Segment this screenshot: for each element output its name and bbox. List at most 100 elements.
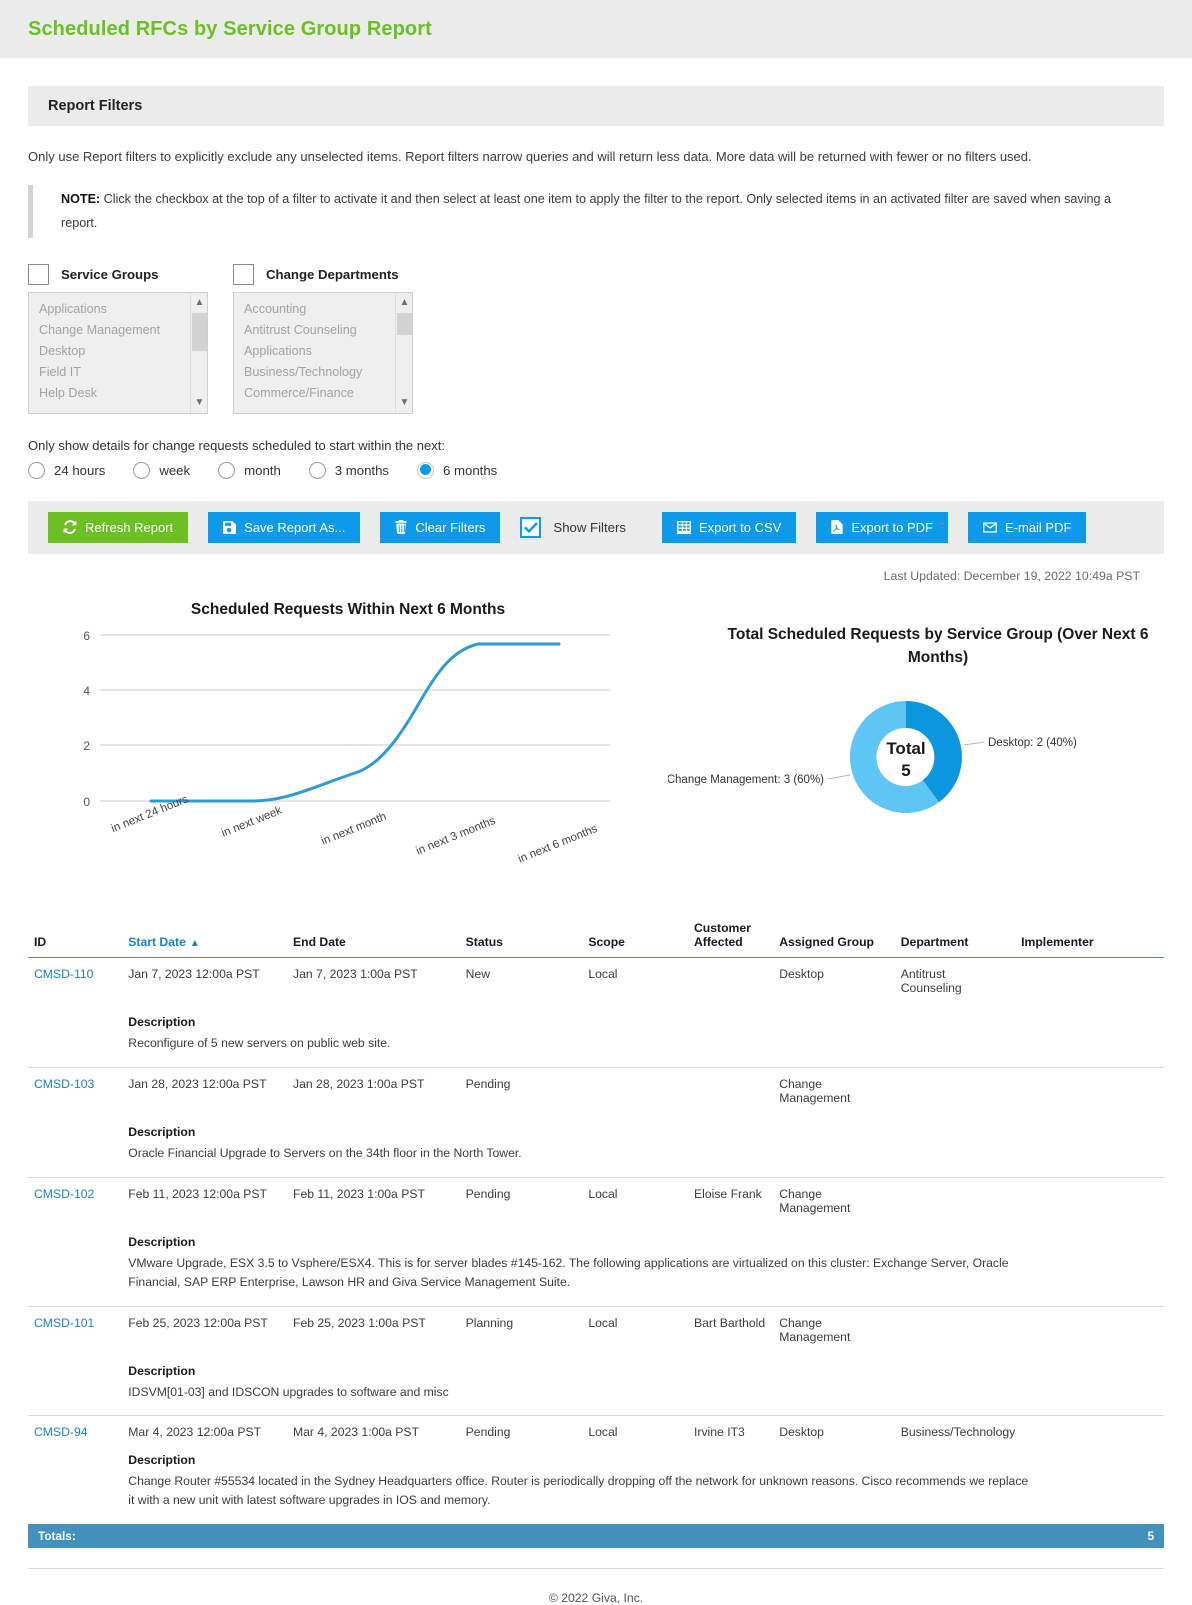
row-end-date: Feb 25, 2023 1:00a PST — [293, 1315, 426, 1330]
refresh-report-label: Refresh Report — [85, 519, 174, 535]
row-id-cell[interactable]: CMSD-94 — [28, 1416, 122, 1439]
check-icon — [524, 522, 538, 533]
service-groups-scrollbar[interactable]: ▲ ▼ — [190, 292, 207, 413]
line-chart: Scheduled Requests Within Next 6 Months … — [28, 601, 668, 895]
x-tick-3: in next 3 months — [415, 815, 498, 858]
table-description-row: Description Reconfigure of 5 new servers… — [28, 995, 1164, 1067]
row-start-date: Feb 11, 2023 12:00a PST — [128, 1186, 267, 1201]
page-title: Scheduled RFCs by Service Group Report — [28, 17, 432, 40]
radio-indicator[interactable] — [308, 461, 326, 479]
row-department — [895, 1306, 1015, 1344]
radio-indicator[interactable] — [133, 461, 151, 479]
row-id-cell[interactable]: CMSD-110 — [28, 957, 122, 995]
radio-indicator[interactable] — [218, 461, 236, 479]
change-departments-scrollbar[interactable]: ▲ ▼ — [395, 292, 412, 413]
email-pdf-button[interactable]: E-mail PDF — [967, 511, 1087, 543]
column-header-status[interactable]: Status — [459, 916, 583, 958]
export-to-csv-button[interactable]: Export to CSV — [661, 511, 797, 543]
row-id-cell[interactable]: CMSD-102 — [28, 1177, 122, 1215]
column-header-start-date-label: Start Date — [128, 934, 186, 949]
column-header-start-date[interactable]: Start Date ▲ — [122, 916, 287, 958]
scrollbar-thumb[interactable] — [192, 312, 207, 351]
refresh-report-button[interactable]: Refresh Report — [48, 511, 189, 543]
row-assigned-group: Change Management — [779, 1186, 851, 1215]
clear-filters-button[interactable]: Clear Filters — [380, 511, 501, 543]
list-item[interactable]: Applications — [234, 341, 412, 362]
list-item[interactable]: Business/Technology — [234, 362, 412, 383]
column-header-end-date[interactable]: End Date — [287, 916, 460, 958]
chevron-down-icon[interactable]: ▼ — [396, 395, 412, 411]
row-scope — [582, 1067, 688, 1105]
row-id-cell[interactable]: CMSD-103 — [28, 1067, 122, 1105]
service-groups-checkbox[interactable] — [28, 263, 49, 285]
column-header-id[interactable]: ID — [28, 916, 123, 958]
table-row: CMSD-110 Jan 7, 2023 12:00a PST Jan 7, 2… — [28, 957, 1164, 995]
totals-label: Totals: — [38, 1529, 76, 1544]
rfc-link[interactable]: CMSD-110 — [34, 967, 93, 981]
donut-chart-area: Desktop: 2 (40%) Change Management: 3 (6… — [667, 669, 1192, 844]
change-departments-checkbox[interactable] — [233, 263, 254, 285]
column-header-implementer[interactable]: Implementer — [1015, 916, 1164, 958]
filters-intro-text: Only use Report filters to explicitly ex… — [28, 149, 1032, 164]
line-series-path — [149, 642, 561, 803]
list-item[interactable]: Field IT — [29, 362, 207, 383]
list-item[interactable]: Help Desk — [29, 383, 207, 404]
scrollbar-thumb[interactable] — [397, 312, 412, 335]
rfc-link[interactable]: CMSD-103 — [34, 1077, 94, 1091]
export-to-pdf-button[interactable]: Export to PDF — [816, 511, 948, 543]
column-header-assigned-group[interactable]: Assigned Group — [773, 916, 895, 958]
row-start-date: Jan 28, 2023 12:00a PST — [128, 1076, 267, 1091]
service-groups-listbox[interactable]: Applications Change Management Desktop F… — [28, 291, 208, 414]
radio-label: week — [159, 462, 191, 478]
radio-24-hours[interactable]: 24 hours — [28, 461, 105, 479]
report-filters-title: Report Filters — [48, 98, 143, 114]
totals-bar: Totals: 5 — [28, 1524, 1164, 1549]
list-item[interactable]: Commerce/Finance — [234, 383, 412, 404]
change-departments-listbox[interactable]: Accounting Antitrust Counseling Applicat… — [233, 291, 413, 414]
rfc-link[interactable]: CMSD-94 — [34, 1425, 88, 1439]
radio-6-months[interactable]: 6 months — [417, 461, 497, 479]
x-tick-1: in next week — [220, 805, 284, 840]
row-assigned-group: Change Management — [779, 1076, 851, 1105]
radio-3-months[interactable]: 3 months — [308, 461, 389, 479]
chevron-up-icon[interactable]: ▲ — [191, 295, 207, 311]
report-filters-header: Report Filters — [28, 86, 1164, 126]
column-header-customer-affected[interactable]: Customer Affected — [688, 916, 774, 958]
page-header: Scheduled RFCs by Service Group Report — [0, 0, 1192, 58]
save-report-as-button[interactable]: Save Report As... — [208, 511, 361, 543]
row-customer-affected: Eloise Frank — [694, 1186, 762, 1201]
export-to-pdf-label: Export to PDF — [851, 519, 933, 535]
radio-month[interactable]: month — [218, 461, 281, 479]
results-table: ID Start Date ▲ End Date Status Scope Cus… — [28, 916, 1164, 1549]
email-pdf-label: E-mail PDF — [1004, 519, 1072, 535]
list-item[interactable]: Applications — [29, 299, 207, 320]
rfc-link[interactable]: CMSD-101 — [34, 1316, 94, 1330]
list-item[interactable]: Desktop — [29, 341, 207, 362]
row-id-cell[interactable]: CMSD-101 — [28, 1306, 122, 1344]
list-item[interactable]: Accounting — [234, 299, 412, 320]
leader-line-desktop — [963, 741, 985, 746]
refresh-icon — [63, 520, 77, 535]
rfc-link[interactable]: CMSD-102 — [34, 1187, 94, 1201]
column-header-scope[interactable]: Scope — [582, 916, 688, 958]
chevron-up-icon[interactable]: ▲ — [396, 295, 412, 311]
list-item[interactable]: Antitrust Counseling — [234, 320, 412, 341]
column-header-department[interactable]: Department — [894, 916, 1016, 958]
show-filters-checkbox[interactable] — [520, 516, 542, 538]
show-filters-label: Show Filters — [553, 519, 626, 535]
radio-week[interactable]: week — [133, 461, 191, 479]
note-lead: NOTE: — [61, 191, 101, 206]
radio-indicator-selected[interactable] — [417, 461, 435, 479]
last-updated-text: Last Updated: December 19, 2022 10:49a P… — [883, 568, 1140, 583]
description-label: Description — [128, 1234, 196, 1249]
clear-filters-label: Clear Filters — [415, 519, 486, 535]
table-icon — [677, 520, 691, 534]
y-tick-2: 2 — [83, 739, 90, 753]
radio-indicator[interactable] — [28, 461, 45, 479]
show-filters-toggle[interactable]: Show Filters — [520, 516, 626, 538]
list-item[interactable]: Change Management — [29, 320, 207, 341]
chevron-down-icon[interactable]: ▼ — [191, 395, 207, 411]
donut-chart-svg: Desktop: 2 (40%) Change Management: 3 (6… — [667, 701, 1077, 814]
row-end-date: Jan 28, 2023 1:00a PST — [293, 1076, 425, 1091]
table-description-row: Description VMware Upgrade, ESX 3.5 to V… — [28, 1215, 1164, 1306]
